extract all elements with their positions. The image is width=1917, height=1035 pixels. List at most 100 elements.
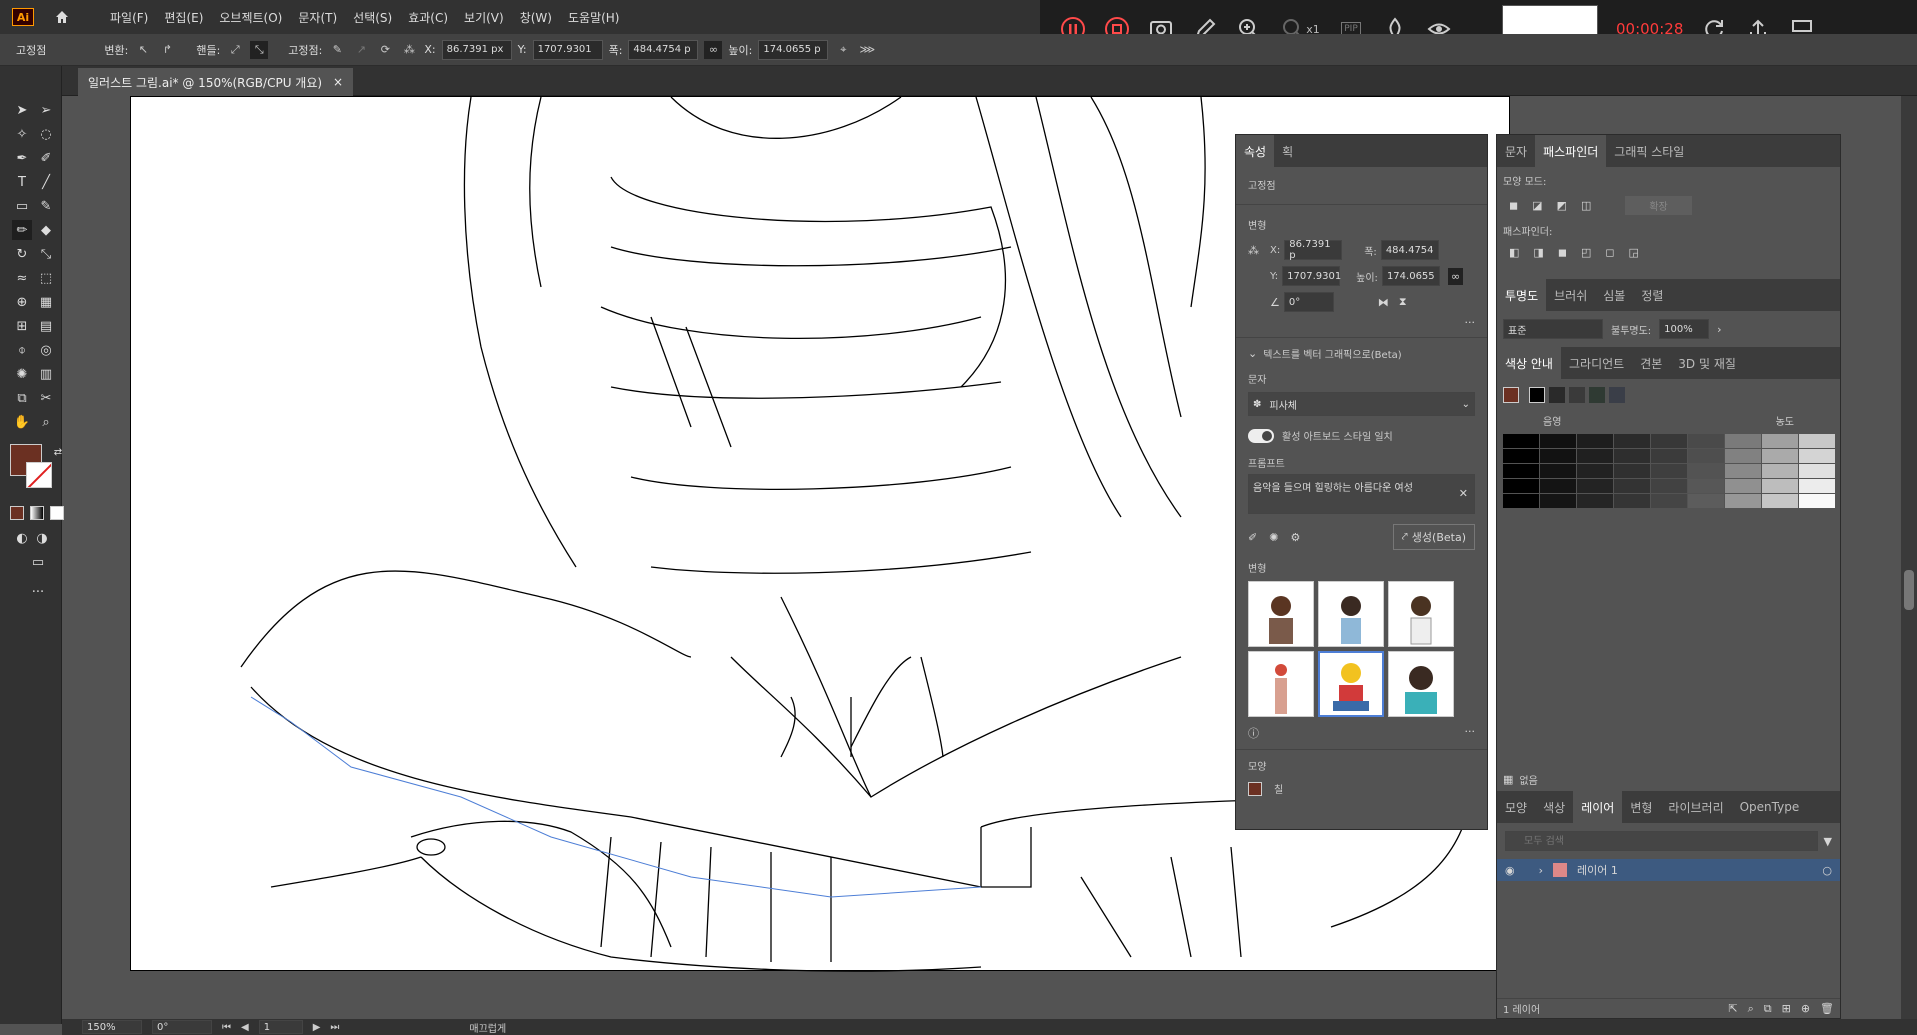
type-tool-icon[interactable]: T — [12, 172, 32, 192]
constrain-icon[interactable]: ∞ — [1447, 267, 1464, 285]
tab-swatches[interactable]: 견본 — [1632, 347, 1670, 379]
export-icon[interactable]: ⇱ — [1728, 1002, 1737, 1015]
harmony-swatch[interactable] — [1569, 387, 1585, 403]
blend-tool-icon[interactable]: ◎ — [36, 340, 56, 360]
color-variation-swatch[interactable] — [1540, 479, 1576, 493]
color-variation-swatch[interactable] — [1799, 464, 1835, 478]
transform-icon[interactable]: ⌖ — [834, 41, 852, 59]
more-tools-icon[interactable]: ··· — [28, 582, 48, 602]
h-field[interactable]: 174.0655 p — [758, 39, 829, 60]
home-icon[interactable] — [52, 8, 72, 26]
convert-corner-icon[interactable]: ↖ — [134, 41, 152, 59]
color-variation-swatch[interactable] — [1688, 479, 1724, 493]
subject-dropdown[interactable]: ✽ 피사체 ⌄ — [1248, 392, 1475, 416]
menu-item[interactable]: 선택(S) — [345, 9, 400, 26]
flip-horizontal-icon[interactable]: ⧓ — [1378, 296, 1389, 309]
tab-transparency[interactable]: 투명도 — [1497, 279, 1547, 311]
color-variation-swatch[interactable] — [1614, 494, 1650, 508]
color-variation-swatch[interactable] — [1762, 464, 1798, 478]
w-field[interactable]: 484.4754 p — [628, 39, 699, 60]
color-mode-swatch[interactable] — [10, 506, 24, 520]
menu-item[interactable]: 도움말(H) — [560, 9, 628, 26]
info-icon[interactable]: ⓘ — [1248, 725, 1259, 741]
screen-mode-icon[interactable]: ▭ — [28, 552, 48, 572]
harmony-swatch-black[interactable] — [1529, 387, 1545, 403]
variation-thumbnail[interactable] — [1318, 581, 1384, 647]
color-variation-swatch[interactable] — [1762, 494, 1798, 508]
layer-search-input[interactable] — [1505, 831, 1818, 851]
lasso-tool-icon[interactable]: ◌ — [36, 124, 56, 144]
tab-3d-materials[interactable]: 3D 및 재질 — [1670, 347, 1744, 379]
color-variation-swatch[interactable] — [1503, 479, 1539, 493]
magic-wand-tool-icon[interactable]: ✧ — [12, 124, 32, 144]
artboard-tool-icon[interactable]: ⧉ — [12, 388, 32, 408]
chevron-right-icon[interactable]: › — [1717, 323, 1721, 336]
angle-field[interactable]: 0° — [1283, 292, 1334, 312]
convert-smooth-icon[interactable]: ↱ — [158, 41, 176, 59]
prev-artboard-icon[interactable]: ◀ — [241, 1022, 249, 1033]
tab-stroke[interactable]: 획 — [1274, 135, 1301, 167]
menu-item[interactable]: 문자(T) — [290, 9, 345, 26]
tab-transform[interactable]: 변형 — [1622, 791, 1660, 823]
x-field[interactable]: 86.7391 px — [441, 39, 512, 60]
delete-icon[interactable]: 🗑 — [1820, 1002, 1834, 1015]
color-variation-swatch[interactable] — [1762, 479, 1798, 493]
tab-brushes[interactable]: 브러쉬 — [1546, 279, 1595, 311]
shape-builder-tool-icon[interactable]: ⊕ — [12, 292, 32, 312]
variation-thumbnail[interactable] — [1248, 651, 1314, 717]
color-variation-swatch[interactable] — [1503, 464, 1539, 478]
color-variation-swatch[interactable] — [1651, 464, 1687, 478]
color-variation-swatch[interactable] — [1614, 464, 1650, 478]
color-variation-swatch[interactable] — [1762, 434, 1798, 448]
chevron-down-icon[interactable]: ⌄ — [1248, 347, 1257, 360]
opacity-field[interactable]: 100% — [1659, 319, 1710, 339]
menu-item[interactable]: 보기(V) — [456, 9, 512, 26]
x-field[interactable]: 86.7391 p — [1284, 239, 1343, 261]
color-variation-swatch[interactable] — [1762, 449, 1798, 463]
y-field[interactable]: 1707.9301 — [1282, 266, 1341, 286]
rotation-field[interactable]: 0° — [152, 1020, 212, 1034]
last-artboard-icon[interactable]: ⏭ — [330, 1022, 339, 1033]
link-icon[interactable]: ∞ — [704, 40, 723, 59]
status-mode[interactable]: 매끄럽게 — [469, 1020, 506, 1035]
symbol-sprayer-tool-icon[interactable]: ✺ — [12, 364, 32, 384]
color-variation-swatch[interactable] — [1799, 449, 1835, 463]
paintbrush-tool-icon[interactable]: ✎ — [36, 196, 56, 216]
vertical-scrollbar[interactable] — [1901, 96, 1917, 1019]
slice-tool-icon[interactable]: ✂ — [36, 388, 56, 408]
tab-character[interactable]: 문자 — [1497, 135, 1535, 167]
color-variation-swatch[interactable] — [1725, 479, 1761, 493]
remove-anchor-icon[interactable]: ✎ — [328, 41, 346, 59]
new-sublayer-icon[interactable]: ⊞ — [1782, 1002, 1791, 1015]
menu-item[interactable]: 편집(E) — [156, 9, 211, 26]
free-transform-tool-icon[interactable]: ⬚ — [36, 268, 56, 288]
draw-normal-icon[interactable]: ◐ — [12, 528, 32, 548]
tab-gradient[interactable]: 그라디언트 — [1561, 347, 1632, 379]
fill-color-swatch[interactable] — [1248, 781, 1262, 796]
eraser-tool-icon[interactable]: ◆ — [36, 220, 56, 240]
tab-color[interactable]: 색상 — [1535, 791, 1573, 823]
variation-thumbnail[interactable] — [1388, 581, 1454, 647]
color-variation-swatch[interactable] — [1540, 449, 1576, 463]
grid-view-icon[interactable]: ▦ — [1503, 773, 1513, 786]
minus-back-icon[interactable]: ◲ — [1629, 246, 1639, 259]
tab-opentype[interactable]: OpenType — [1732, 791, 1808, 823]
curvature-tool-icon[interactable]: ✐ — [36, 148, 56, 168]
scrollbar-thumb[interactable] — [1904, 570, 1914, 610]
color-variation-swatch[interactable] — [1799, 494, 1835, 508]
color-variation-swatch[interactable] — [1725, 449, 1761, 463]
hide-handles-icon[interactable]: ⤡ — [250, 40, 269, 59]
tips-icon[interactable]: ✺ — [1269, 531, 1278, 544]
unite-icon[interactable]: ◼ — [1509, 199, 1518, 212]
color-variation-swatch[interactable] — [1651, 479, 1687, 493]
variation-thumbnail[interactable] — [1388, 651, 1454, 717]
harmony-swatch[interactable] — [1549, 387, 1565, 403]
w-field[interactable]: 484.4754 — [1380, 240, 1439, 260]
minus-front-icon[interactable]: ◪ — [1532, 199, 1542, 212]
outline-icon[interactable]: ◻ — [1605, 246, 1614, 259]
tab-symbols[interactable]: 심볼 — [1595, 279, 1633, 311]
color-variation-swatch[interactable] — [1503, 494, 1539, 508]
mesh-tool-icon[interactable]: ⊞ — [12, 316, 32, 336]
color-variation-swatch[interactable] — [1799, 479, 1835, 493]
artboard-field[interactable]: 1 — [258, 1020, 303, 1034]
